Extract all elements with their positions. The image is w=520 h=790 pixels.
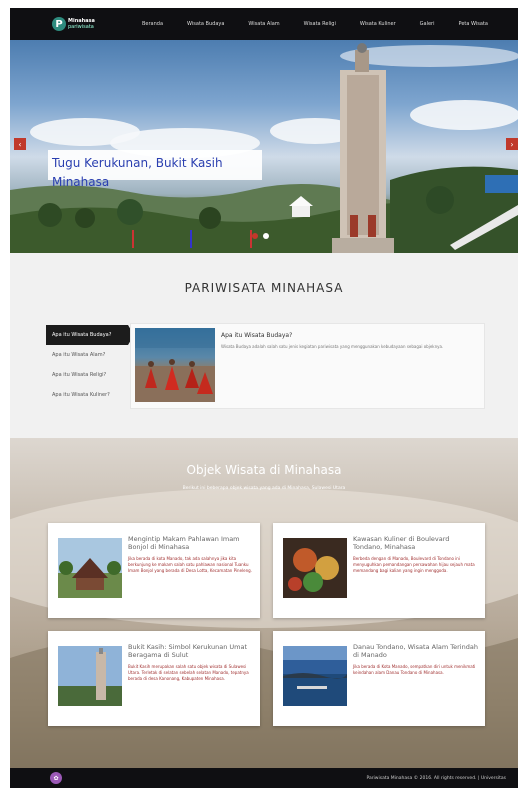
- nav-menu: Beranda Wisata Budaya Wisata Alam Wisata…: [142, 21, 512, 27]
- tab-wisata-religi[interactable]: Apa itu Wisata Religi?: [46, 365, 128, 385]
- nav-item-wisata-religi[interactable]: Wisata Religi: [304, 21, 336, 27]
- chevron-right-icon: ›: [510, 139, 514, 149]
- carousel-dot-2[interactable]: [263, 233, 269, 239]
- tab-panel: Apa itu Wisata Budaya? Wisata Budaya ada…: [130, 323, 485, 409]
- cultural-dance-image: [135, 328, 215, 402]
- card-text: Berbeda dengan di Manado, Boulevard di T…: [353, 556, 475, 573]
- nav-item-peta-wisata[interactable]: Peta Wisata: [459, 21, 488, 27]
- card-title: Kawasan Kuliner di Boulevard Tondano, Mi…: [353, 535, 450, 551]
- card-bukit-kasih[interactable]: Bukit Kasih: Simbol Kerukunan Umat Berag…: [48, 631, 260, 726]
- card-text: Jika berada di kota Manado, tak ada sala…: [128, 556, 252, 573]
- footer: ✿ Pariwisata Minahasa © 2016. All rights…: [10, 768, 518, 788]
- card-danau-tondano[interactable]: Danau Tondano, Wisata Alam Terindah di M…: [273, 631, 485, 726]
- carousel-next-button[interactable]: ›: [506, 138, 518, 150]
- site-logo[interactable]: P Minahasa pariwisata: [52, 17, 112, 31]
- navbar: P Minahasa pariwisata Beranda Wisata Bud…: [10, 8, 518, 40]
- objek-title: Objek Wisata di Minahasa: [186, 463, 342, 477]
- card-imam-bonjol[interactable]: Mengintip Makam Pahlawan Imam Bonjol di …: [48, 523, 260, 618]
- kuliner-image: [283, 538, 347, 598]
- nav-item-wisata-kuliner[interactable]: Wisata Kuliner: [360, 21, 396, 27]
- card-title: Bukit Kasih: Simbol Kerukunan Umat Berag…: [128, 643, 248, 659]
- tab-wisata-kuliner[interactable]: Apa itu Wisata Kuliner?: [46, 385, 128, 405]
- card-text: Bukit Kasih merupakan salah satu objek w…: [128, 664, 249, 681]
- tab-wisata-budaya[interactable]: Apa itu Wisata Budaya?: [46, 325, 134, 345]
- logo-mark: P: [52, 17, 66, 31]
- imam-bonjol-image: [58, 538, 122, 598]
- hero-carousel: ‹ › Tugu Kerukunan, Bukit Kasih Minahasa: [10, 40, 518, 253]
- hero-caption: Tugu Kerukunan, Bukit Kasih Minahasa: [48, 150, 262, 189]
- tab-wisata-alam[interactable]: Apa itu Wisata Alam?: [46, 345, 128, 365]
- card-title: Mengintip Makam Pahlawan Imam Bonjol di …: [128, 535, 240, 551]
- danau-tondano-image: [283, 646, 347, 706]
- carousel-dot-1[interactable]: [252, 233, 258, 239]
- flower-icon[interactable]: ✿: [50, 772, 62, 784]
- logo-text: Minahasa pariwisata: [68, 18, 95, 30]
- carousel-prev-button[interactable]: ‹: [14, 138, 26, 150]
- footer-text: Pariwisata Minahasa © 2016. All rights r…: [366, 775, 506, 781]
- card-title: Danau Tondano, Wisata Alam Terindah di M…: [353, 643, 478, 659]
- nav-item-galeri[interactable]: Galeri: [420, 21, 435, 27]
- nav-item-wisata-alam[interactable]: Wisata Alam: [248, 21, 279, 27]
- hero-landscape: [10, 43, 518, 253]
- nav-item-wisata-budaya[interactable]: Wisata Budaya: [187, 21, 224, 27]
- chevron-left-icon: ‹: [18, 139, 22, 149]
- card-kuliner-tondano[interactable]: Kawasan Kuliner di Boulevard Tondano, Mi…: [273, 523, 485, 618]
- pariwisata-tabs: Apa itu Wisata Budaya? Apa itu Wisata Al…: [46, 325, 134, 405]
- pariwisata-section: PARIWISATA MINAHASA Apa itu Wisata Buday…: [10, 253, 518, 438]
- nav-item-beranda[interactable]: Beranda: [142, 21, 163, 27]
- bukit-kasih-image: [58, 646, 122, 706]
- panel-title: Apa itu Wisata Budaya?: [221, 332, 293, 339]
- objek-wisata-section: Objek Wisata di Minahasa Berikut ini beb…: [10, 438, 518, 768]
- pariwisata-title: PARIWISATA MINAHASA: [184, 281, 344, 295]
- card-text: Jika berada di Kota Manado, sempatkan di…: [353, 664, 476, 675]
- objek-subtitle: Berikut ini beberapa objek wisata yang a…: [182, 486, 346, 491]
- carousel-indicators: [252, 233, 269, 239]
- panel-text: Wisata Budaya adalah salah satu jenis ke…: [221, 344, 444, 349]
- logo-line2: pariwisata: [68, 24, 94, 30]
